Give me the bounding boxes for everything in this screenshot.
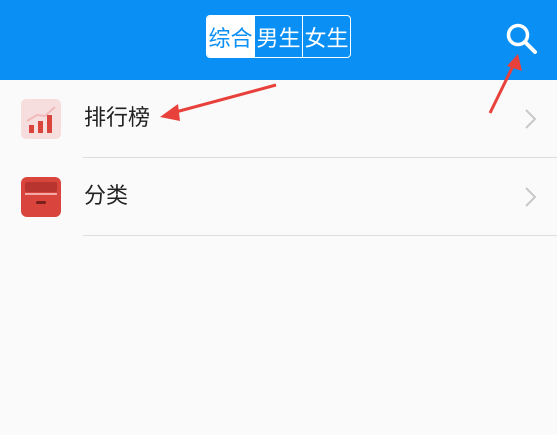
gender-tab-switch: 综合 男生 女生 xyxy=(206,15,351,58)
screen: 综合 男生 女生 排行榜 分类 xyxy=(0,0,557,435)
list-item-ranking[interactable]: 排行榜 xyxy=(0,80,557,158)
chevron-right-icon xyxy=(525,187,537,207)
category-box-icon xyxy=(21,177,61,217)
divider xyxy=(83,235,557,236)
list-item-label: 分类 xyxy=(84,184,129,209)
tab-all[interactable]: 综合 xyxy=(207,16,254,57)
chevron-right-icon xyxy=(525,109,537,129)
tab-female[interactable]: 女生 xyxy=(302,16,350,57)
app-header: 综合 男生 女生 xyxy=(0,0,557,80)
tab-male[interactable]: 男生 xyxy=(254,16,302,57)
search-icon xyxy=(506,23,537,54)
list-item-label: 排行榜 xyxy=(84,106,151,131)
ranking-chart-icon xyxy=(21,99,61,139)
menu-list: 排行榜 分类 xyxy=(0,80,557,236)
search-button[interactable] xyxy=(504,21,540,57)
list-item-category[interactable]: 分类 xyxy=(0,158,557,236)
